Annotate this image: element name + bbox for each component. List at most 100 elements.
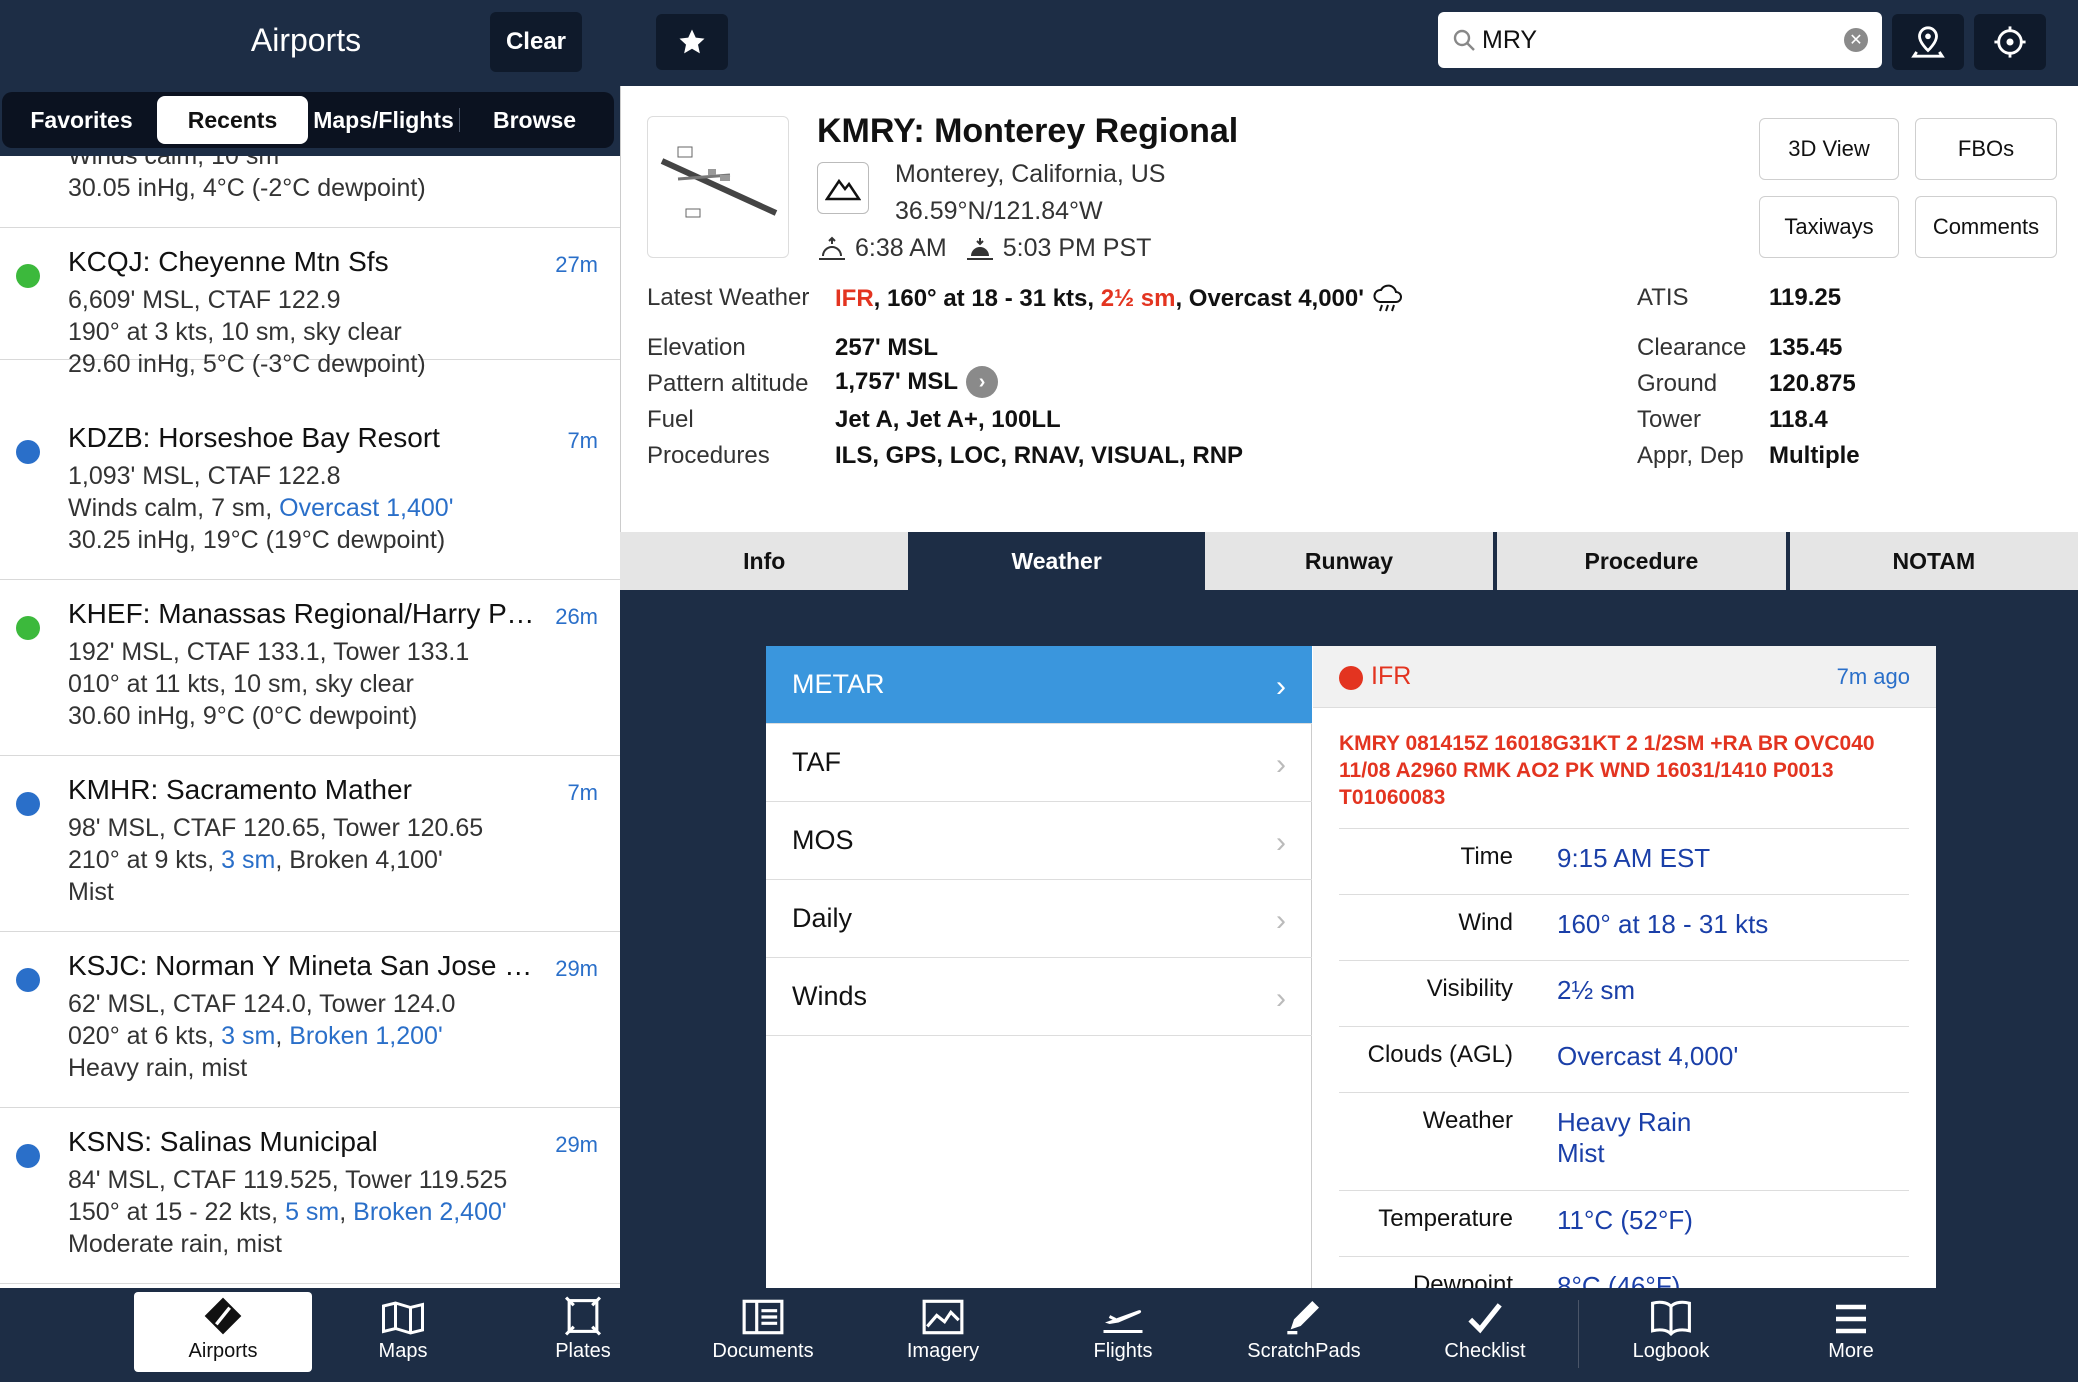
flight-category: IFR	[835, 285, 874, 312]
list-item[interactable]: KSNS: Salinas Municipal 29m 84' MSL, CTA…	[0, 1108, 620, 1284]
detail-label: Weather	[1422, 1107, 1513, 1134]
freq-label: Clearance	[1637, 334, 1747, 361]
comments-button[interactable]: Comments	[1915, 196, 2057, 258]
fuel-label: Fuel	[647, 406, 694, 433]
3d-view-button[interactable]: 3D View	[1759, 118, 1899, 180]
list-item[interactable]: KSJC: Norman Y Mineta San Jose Intl 29m …	[0, 932, 620, 1108]
mountain-icon	[825, 178, 861, 201]
airport-age: 29m	[555, 956, 598, 981]
terrain-button[interactable]	[817, 162, 869, 214]
airport-weather-line: 020° at 6 kts, 3 sm, Broken 1,200'	[68, 1022, 443, 1051]
chevron-right-icon: ›	[1276, 748, 1286, 781]
airplane-icon	[1103, 1310, 1143, 1333]
tab-notam[interactable]: NOTAM	[1789, 532, 2078, 590]
weather-cloud: Broken 2,400'	[353, 1198, 507, 1226]
airport-info-line: 84' MSL, CTAF 119.525, Tower 119.525	[68, 1166, 508, 1194]
weather-text: ,	[275, 1022, 290, 1050]
menu-item-winds[interactable]: Winds ›	[766, 958, 1312, 1036]
flight-category-dot	[1339, 666, 1363, 690]
clear-search-icon[interactable]: ✕	[1844, 28, 1868, 52]
recent-airports-list: Winds calm, 10 sm 30.05 inHg, 4°C (-2°C …	[0, 156, 620, 1288]
airport-diagram-thumbnail[interactable]	[647, 116, 789, 258]
nav-checklist[interactable]: Checklist	[1396, 1292, 1574, 1372]
weather-text: Winds calm, 7 sm,	[68, 494, 280, 522]
nav-logbook[interactable]: Logbook	[1582, 1292, 1760, 1372]
chevron-right-icon[interactable]: ›	[966, 366, 999, 398]
detail-value: 160° at 18 - 31 kts	[1557, 909, 1769, 939]
detail-row-wind: Wind 160° at 18 - 31 kts	[1339, 894, 1909, 960]
nav-flights[interactable]: Flights	[1034, 1292, 1212, 1372]
locate-button[interactable]	[1974, 14, 2046, 70]
menu-item-daily[interactable]: Daily ›	[766, 880, 1312, 958]
airport-age: 26m	[555, 604, 598, 629]
tab-weather[interactable]: Weather	[912, 532, 1201, 590]
nav-maps[interactable]: Maps	[314, 1292, 492, 1372]
sunrise-time: 6:38 AM	[855, 234, 947, 262]
airport-age: 29m	[555, 1132, 598, 1157]
segment-recents[interactable]: Recents	[157, 96, 308, 144]
airport-name: KHEF: Manassas Regional/Harry P Davis Fi…	[68, 598, 538, 629]
airport-info-line: 1,093' MSL, CTAF 122.8	[68, 462, 341, 490]
status-dot	[16, 1144, 40, 1168]
top-toolbar: ✕	[620, 0, 2078, 86]
list-item[interactable]: KHEF: Manassas Regional/Harry P Davis Fi…	[0, 580, 620, 756]
freq-label: Ground	[1637, 370, 1718, 397]
elevation-value: 257' MSL	[835, 334, 939, 361]
clear-button[interactable]: Clear	[490, 12, 582, 72]
weather-visibility: 5 sm	[285, 1198, 340, 1226]
sun-times: 6:38 AM 5:03 PM PST	[817, 234, 1151, 263]
favorite-button[interactable]	[656, 14, 728, 70]
sunset-time: 5:03 PM PST	[1002, 234, 1152, 262]
weather-visibility: 3 sm	[221, 846, 276, 874]
nav-plates[interactable]: Plates	[494, 1292, 672, 1372]
map-pin-button[interactable]	[1892, 14, 1964, 70]
latest-weather-cloud: , Overcast 4,000'	[1175, 285, 1364, 312]
pattern-altitude-value: 1,757' MSL ›	[835, 366, 999, 398]
nav-documents[interactable]: Documents	[674, 1292, 852, 1372]
detail-row-clouds: Clouds (AGL) Overcast 4,000'	[1339, 1026, 1909, 1092]
status-dot	[16, 968, 40, 992]
menu-item-metar[interactable]: METAR ›	[766, 646, 1312, 724]
airport-weather-line: Winds calm, 10 sm	[68, 156, 280, 170]
list-item[interactable]: KDZB: Horseshoe Bay Resort 7m 1,093' MSL…	[0, 404, 620, 580]
tab-info[interactable]: Info	[620, 532, 909, 590]
segment-browse[interactable]: Browse	[459, 96, 610, 144]
latest-weather-visibility: 2½ sm	[1100, 285, 1176, 312]
detail-label: Visibility	[1426, 975, 1513, 1002]
list-item[interactable]: KCQJ: Cheyenne Mtn Sfs 27m 6,609' MSL, C…	[0, 228, 620, 378]
nav-label: Airports	[188, 1340, 258, 1362]
tab-procedure[interactable]: Procedure	[1497, 532, 1786, 590]
status-dot	[16, 616, 40, 640]
tab-runway[interactable]: Runway	[1204, 532, 1494, 590]
freq-value: 118.4	[1769, 406, 1828, 433]
nav-imagery[interactable]: Imagery	[854, 1292, 1032, 1372]
chevron-right-icon: ›	[1276, 826, 1286, 859]
freq-label: ATIS	[1637, 284, 1689, 311]
search-input[interactable]	[1482, 20, 1822, 60]
menu-item-mos[interactable]: MOS ›	[766, 802, 1312, 880]
taxiways-button[interactable]: Taxiways	[1759, 196, 1899, 258]
list-item[interactable]: KMHR: Sacramento Mather 7m 98' MSL, CTAF…	[0, 756, 620, 932]
menu-item-taf[interactable]: TAF ›	[766, 724, 1312, 802]
airport-name: KSJC: Norman Y Mineta San Jose Intl	[68, 950, 538, 981]
raw-metar: KMRY 081415Z 16018G31KT 2 1/2SM +RA BR O…	[1339, 732, 1875, 809]
nav-label: Imagery	[906, 1340, 980, 1362]
airport-altimeter-line: 29.60 inHg, 5°C (-3°C dewpoint)	[68, 350, 426, 378]
sunset-icon	[966, 237, 993, 260]
chevron-right-icon: ›	[1276, 904, 1286, 937]
procedures-value: ILS, GPS, LOC, RNAV, VISUAL, RNP	[835, 442, 1244, 469]
airport-tabs: Info Weather Runway Procedure NOTAM	[620, 532, 2078, 590]
search-box[interactable]: ✕	[1438, 12, 1882, 68]
nav-more[interactable]: More	[1762, 1292, 1940, 1372]
list-item[interactable]: Winds calm, 10 sm 30.05 inHg, 4°C (-2°C …	[0, 156, 620, 228]
airport-altimeter-line: 30.25 inHg, 19°C (19°C dewpoint)	[68, 526, 446, 554]
metar-header: IFR 7m ago	[1313, 646, 1936, 708]
segment-favorites[interactable]: Favorites	[6, 96, 157, 144]
detail-value: Overcast 4,000'	[1557, 1041, 1739, 1071]
nav-scratchpads[interactable]: ScratchPads	[1214, 1292, 1394, 1372]
segment-maps-flights[interactable]: Maps/Flights	[308, 96, 459, 144]
latest-weather-value: IFR, 160° at 18 - 31 kts, 2½ sm, Overcas…	[835, 284, 1404, 314]
airport-conditions-line: Heavy rain, mist	[68, 1054, 248, 1082]
fbos-button[interactable]: FBOs	[1915, 118, 2057, 180]
nav-airports[interactable]: Airports	[134, 1292, 312, 1372]
